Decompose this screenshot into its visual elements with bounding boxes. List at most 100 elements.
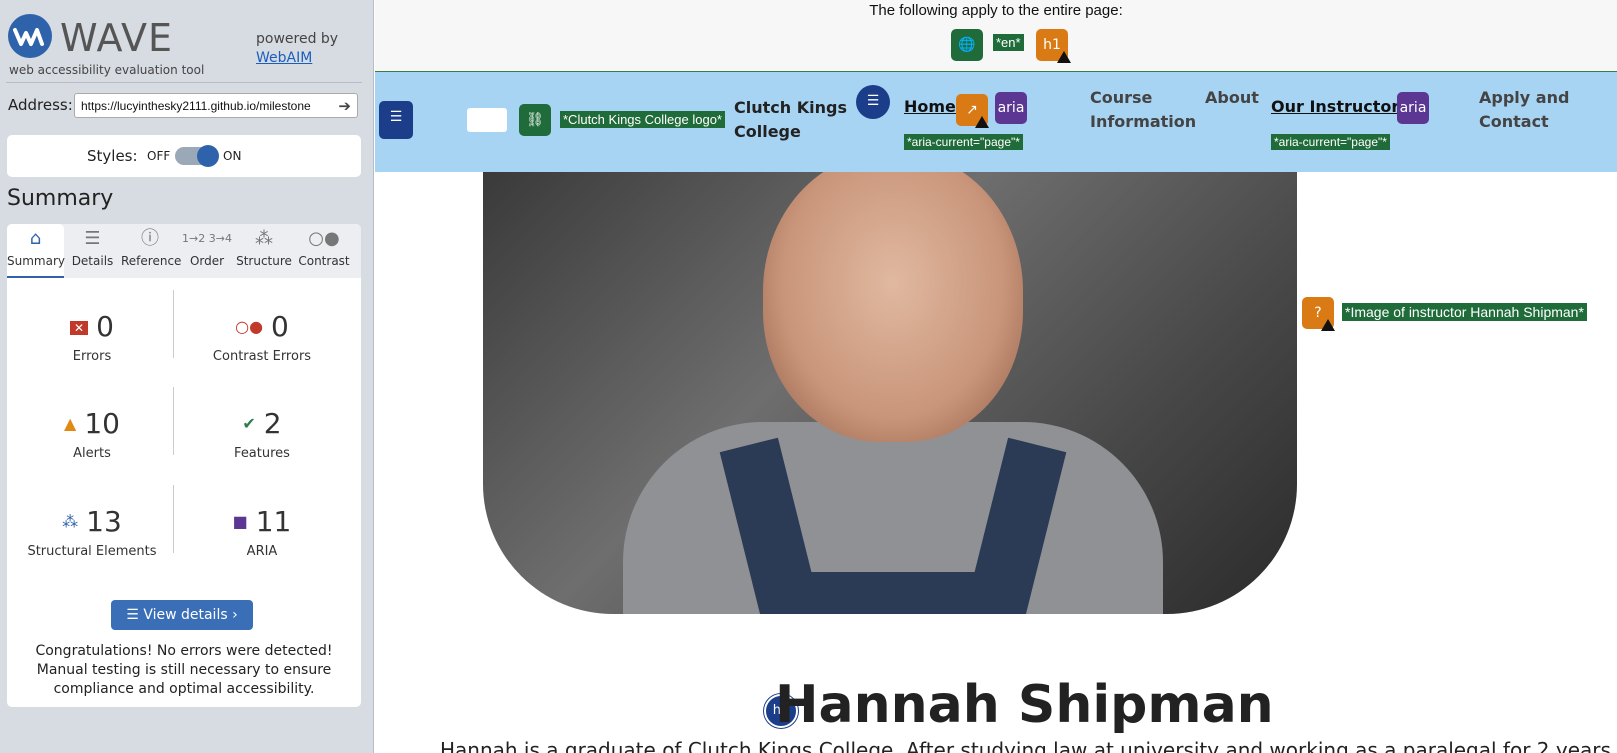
toggle-knob [197,145,219,167]
nav-region-icon[interactable]: ☰ [379,101,413,139]
styles-toggle[interactable] [175,145,219,167]
tab-structure[interactable]: ⁂ Structure [235,224,293,278]
instructor-photo [483,172,1297,614]
separator [173,290,174,358]
warning-icon [1057,51,1071,63]
stat-features[interactable]: ✔ 2 Features [177,407,347,461]
contrast-error-icon: ○● [235,317,264,336]
tab-reference[interactable]: ⓘ Reference [121,224,182,278]
nav-course-information[interactable]: Course Information [1090,86,1200,134]
webaim-link[interactable]: WebAIM [256,50,312,66]
warning-icon [975,116,989,128]
linked-image-icon[interactable]: ⛓ [519,104,551,136]
separator [173,387,174,455]
tab-label: Summary [7,254,65,268]
structural-label: Structural Elements [27,544,157,559]
aria-current-tag: *aria-current="page"* [1271,134,1390,150]
aria-icon[interactable]: aria [1397,92,1429,124]
list-icon: ☰ [84,228,101,249]
summary-panel: ⌂ Summary ☰ Details ⓘ Reference 1→2 3→4 … [7,224,361,707]
instructor-bio: Hannah is a graduate of Clutch Kings Col… [440,738,1611,753]
error-icon: ✕ [70,321,89,335]
nav-home[interactable]: Home [904,95,956,119]
structure-icon: ⁂ [62,512,79,531]
nav-apply-and-contact[interactable]: Apply and Contact [1479,86,1579,134]
structure-icon: ⁂ [255,228,273,249]
info-icon: ⓘ [141,228,159,249]
photo-bib [773,572,1013,614]
tab-label: Order [189,254,225,268]
powered-by: powered by WebAIM [256,30,338,68]
summary-heading: Summary [7,186,114,211]
aria-count: 11 [255,505,292,538]
aria-icon[interactable]: aria [995,92,1027,124]
alerts-count: 10 [84,407,120,440]
warning-icon [1321,319,1335,331]
structural-count: 13 [86,505,122,538]
tab-label: Structure [236,254,292,268]
go-arrow-icon[interactable]: ➔ [338,97,351,115]
styles-toggle-box: Styles: OFF ON [7,135,361,177]
nav-our-instructors[interactable]: Our Instructors [1271,95,1409,119]
wave-logo: WAVE web accessibility evaluation tool p… [6,10,362,82]
photo-face [763,172,1023,442]
tab-order[interactable]: 1→2 3→4 Order [179,224,235,278]
lang-tag: *en* [993,34,1024,51]
address-label: Address: [8,96,73,114]
wave-tagline: web accessibility evaluation tool [9,63,205,77]
wave-brand: WAVE [60,16,174,60]
divider [6,82,362,83]
tab-label: Details [71,254,114,268]
tab-summary[interactable]: ⌂ Summary [7,224,65,278]
page-level-note: The following apply to the entire page: [869,2,1123,19]
address-input[interactable]: https://lucyinthesky2111.github.io/miles… [74,93,358,118]
language-icon[interactable]: 🌐 [951,29,983,61]
site-navbar: ☰ ⛓ *Clutch Kings College logo* Clutch K… [375,72,1617,172]
contrast-errors-label: Contrast Errors [212,349,312,364]
tab-details[interactable]: ☰ Details [64,224,121,278]
logo-alt-tag: *Clutch Kings College logo* [560,111,725,128]
congrats-message: Congratulations! No errors were detected… [35,643,333,697]
stat-structural[interactable]: ⁂ 13 Structural Elements [7,505,177,559]
alerts-label: Alerts [73,446,111,461]
tab-contrast[interactable]: ○● Contrast [293,224,355,278]
tab-label: Reference [121,254,182,268]
tab-label: Contrast [298,254,350,268]
wave-logo-icon [8,14,52,58]
check-icon: ✔ [242,414,256,433]
image-alt-tag: *Image of instructor Hannah Shipman* [1342,303,1587,321]
wave-sidebar: WAVE web accessibility evaluation tool p… [0,0,374,753]
order-icon: 1→2 3→4 [182,232,232,245]
aria-label: ARIA [246,544,278,559]
stat-errors[interactable]: ✕ 0 Errors [7,310,177,364]
instructor-name: Hannah Shipman [775,675,1274,735]
address-value: https://lucyinthesky2111.github.io/miles… [81,99,311,113]
alert-icon: ▲ [64,414,77,433]
contrast-icon: ○● [308,228,340,249]
panel-tabs: ⌂ Summary ☰ Details ⓘ Reference 1→2 3→4 … [7,224,361,278]
styles-on-label: ON [223,149,242,163]
aria-badge-text: aria [997,100,1025,116]
aria-badge-text: aria [1399,100,1427,116]
powered-by-label: powered by [256,31,339,47]
stat-aria[interactable]: ■ 11 ARIA [177,505,347,559]
styles-off-label: OFF [147,149,171,163]
address-bar: Address: https://lucyinthesky2111.github… [8,93,360,119]
view-details-label: View details › [143,607,238,623]
page-preview: The following apply to the entire page: … [375,0,1617,753]
contrast-errors-count: 0 [271,310,289,343]
separator [173,485,174,553]
features-label: Features [234,446,290,461]
errors-label: Errors [72,349,112,364]
stat-alerts[interactable]: ▲ 10 Alerts [7,407,177,461]
features-count: 2 [263,407,282,440]
styles-label: Styles: [87,147,138,165]
home-icon: ⌂ [29,228,42,249]
site-title[interactable]: Clutch Kings College [734,96,852,144]
stat-contrast-errors[interactable]: ○● 0 Contrast Errors [177,310,347,364]
list-region-icon[interactable]: ☰ [856,85,890,119]
page-level-bar: The following apply to the entire page: … [375,0,1617,72]
nav-about[interactable]: About [1205,86,1259,110]
aria-icon: ■ [232,512,248,531]
view-details-button[interactable]: ☰ View details › [111,600,253,630]
